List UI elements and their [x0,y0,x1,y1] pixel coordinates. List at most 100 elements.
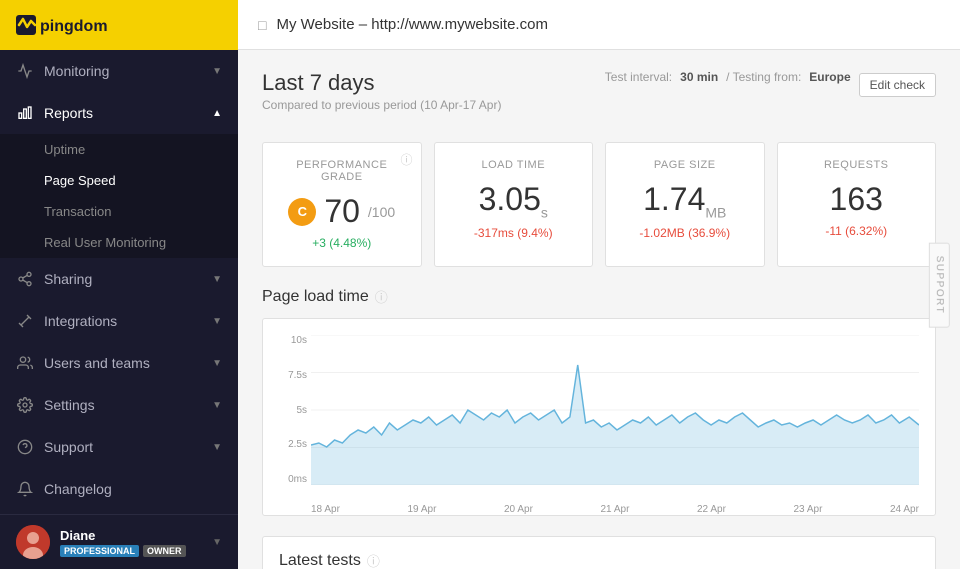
share-icon [16,270,34,288]
chart-y-labels: 10s 7.5s 5s 2.5s 0ms [279,335,307,485]
grade-number: 70 [324,193,360,230]
stat-cards: Performance grade C 70/100 +3 (4.48%) ⓘ … [262,142,936,267]
page-size-value: 1.74MB [622,181,748,220]
x-label-24apr: 24 Apr [890,504,919,515]
users-teams-chevron: ▼ [212,358,222,369]
monitoring-chevron: ▼ [212,66,222,77]
period-header: Last 7 days Compared to previous period … [262,70,501,112]
grade-max: /100 [368,204,395,220]
support-chevron: ▼ [212,442,222,453]
x-label-22apr: 22 Apr [697,504,726,515]
users-icon [16,354,34,372]
requests-change: -11 (6.32%) [794,224,920,238]
load-time-change: -317ms (9.4%) [451,226,577,240]
sidebar-item-monitoring[interactable]: Monitoring ▼ [0,50,238,92]
sidebar: pingdom Monitoring ▼ Reports ▲ [0,0,238,569]
reports-subnav: Uptime Page Speed Transaction Real User … [0,134,238,258]
subnav-page-speed[interactable]: Page Speed [0,165,238,196]
load-time-header: Load time [451,159,577,171]
page-content: Last 7 days Compared to previous period … [238,50,960,569]
subnav-transaction[interactable]: Transaction [0,196,238,227]
requests-value: 163 [794,181,920,218]
test-interval-value: 30 min [680,70,718,84]
subnav-uptime[interactable]: Uptime [0,134,238,165]
topbar: □ My Website – http://www.mywebsite.com [238,0,960,50]
chart-svg-wrapper [311,335,919,485]
x-label-23apr: 23 Apr [794,504,823,515]
period-subtitle: Compared to previous period (10 Apr-17 A… [262,98,501,112]
y-label-10s: 10s [279,335,307,346]
sidebar-item-changelog[interactable]: Changelog [0,468,238,510]
grade-circle: C [288,198,316,226]
latest-tests-section: Latest tests ⓘ DATE & TIME LOAD TIME PAG… [262,536,936,569]
integrations-label: Integrations [44,313,117,329]
latest-tests-info-icon[interactable]: ⓘ [367,551,380,569]
sidebar-user[interactable]: Diane PROFESSIONAL OWNER ▼ [0,514,238,569]
changelog-label: Changelog [44,481,112,497]
pingdom-logo: pingdom [16,11,126,39]
perf-grade-header: Performance grade [279,159,405,183]
period-title: Last 7 days [262,70,501,96]
x-label-18apr: 18 Apr [311,504,340,515]
load-time-value: 3.05s [451,181,577,220]
sidebar-item-sharing[interactable]: Sharing ▼ [0,258,238,300]
edit-check-button[interactable]: Edit check [859,73,936,97]
sidebar-logo: pingdom [0,0,238,50]
y-label-5s: 5s [279,405,307,416]
perf-grade-change: +3 (4.48%) [279,236,405,250]
requests-header: Requests [794,159,920,171]
chart-section-title: Page load time ⓘ [262,287,936,306]
y-label-7-5s: 7.5s [279,370,307,381]
perf-grade-info-icon[interactable]: ⓘ [400,151,412,168]
sidebar-navigation: Monitoring ▼ Reports ▲ Uptime Page Speed… [0,50,238,514]
chart-svg [311,335,919,485]
badge-professional: PROFESSIONAL [60,545,139,557]
page-size-header: Page size [622,159,748,171]
x-label-19apr: 19 Apr [408,504,437,515]
sharing-chevron: ▼ [212,274,222,285]
reports-chevron: ▲ [212,108,222,119]
svg-text:pingdom: pingdom [40,18,108,35]
user-name: Diane [60,528,202,543]
reports-label: Reports [44,105,93,121]
question-icon [16,438,34,456]
settings-label: Settings [44,397,95,413]
x-label-20apr: 20 Apr [504,504,533,515]
chart-container: 10s 7.5s 5s 2.5s 0ms [262,318,936,516]
integrations-chevron: ▼ [212,316,222,327]
gear-icon [16,396,34,414]
sidebar-item-reports[interactable]: Reports ▲ [0,92,238,134]
stat-card-load-time: Load time 3.05s -317ms (9.4%) [434,142,594,267]
interval-row: Test interval: 30 min / Testing from: Eu… [605,70,936,100]
sidebar-item-support[interactable]: Support ▼ [0,426,238,468]
test-interval-text: Test interval: 30 min / Testing from: Eu… [605,70,851,84]
users-teams-label: Users and teams [44,355,150,371]
load-time-unit: s [541,204,548,220]
sharing-label: Sharing [44,271,92,287]
main-content: □ My Website – http://www.mywebsite.com … [238,0,960,569]
sidebar-item-users-teams[interactable]: Users and teams ▼ [0,342,238,384]
page-size-unit: MB [705,204,726,220]
testing-from-value: Europe [809,70,850,84]
user-badges: PROFESSIONAL OWNER [60,545,202,557]
testing-from-label: / Testing from: [726,70,801,84]
support-tab[interactable]: SUPPORT [929,242,950,327]
activity-icon [16,62,34,80]
user-avatar [16,525,50,559]
stat-card-performance-grade: Performance grade C 70/100 +3 (4.48%) ⓘ [262,142,422,267]
stat-card-page-size: Page size 1.74MB -1.02MB (36.9%) [605,142,765,267]
chart-info-icon[interactable]: ⓘ [375,287,388,306]
user-menu-chevron: ▼ [212,537,222,548]
expand-icon[interactable]: □ [258,17,266,33]
plug-icon [16,312,34,330]
bar-chart-icon [16,104,34,122]
sidebar-item-integrations[interactable]: Integrations ▼ [0,300,238,342]
subnav-real-user-monitoring[interactable]: Real User Monitoring [0,227,238,258]
user-info: Diane PROFESSIONAL OWNER [60,528,202,557]
support-label: Support [44,439,93,455]
sidebar-item-settings[interactable]: Settings ▼ [0,384,238,426]
bell-icon [16,480,34,498]
y-label-0ms: 0ms [279,474,307,485]
settings-chevron: ▼ [212,400,222,411]
site-title: My Website – http://www.mywebsite.com [276,16,547,33]
